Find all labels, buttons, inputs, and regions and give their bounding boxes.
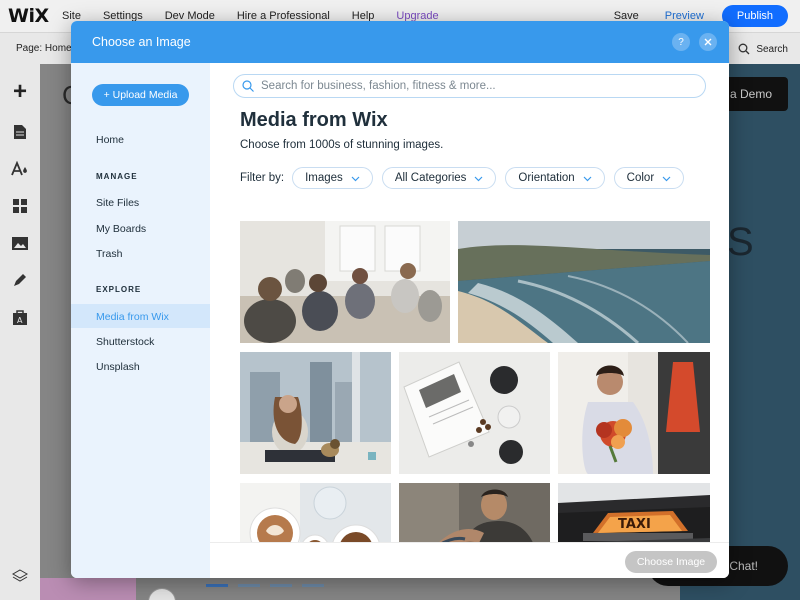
image-grid: TAXI bbox=[240, 221, 710, 561]
nav-site-files[interactable]: Site Files bbox=[96, 197, 139, 209]
section-subheading: Choose from 1000s of stunning images. bbox=[240, 139, 444, 151]
publish-button[interactable]: Publish bbox=[721, 5, 788, 27]
chevron-down-icon bbox=[583, 176, 592, 181]
market-icon[interactable]: A bbox=[10, 307, 30, 327]
wix-logo: WiX bbox=[8, 5, 49, 27]
canvas-footer-strip bbox=[40, 578, 136, 600]
image-tile-beach-aerial[interactable] bbox=[458, 221, 710, 343]
nav-home[interactable]: Home bbox=[96, 134, 124, 146]
nav-media-from-wix[interactable]: Media from Wix bbox=[96, 311, 169, 323]
svg-text:A: A bbox=[17, 316, 23, 325]
filter-orientation[interactable]: Orientation bbox=[505, 167, 605, 189]
chevron-down-icon bbox=[351, 176, 360, 181]
question-icon[interactable]: ? bbox=[672, 33, 690, 51]
filter-orientation-label: Orientation bbox=[518, 172, 575, 184]
dialog-main: Search for business, fashion, fitness & … bbox=[210, 63, 729, 578]
layers-icon[interactable] bbox=[10, 568, 30, 588]
editor-left-rail: + A bbox=[0, 64, 40, 600]
section-manage: MANAGE bbox=[96, 172, 138, 181]
filter-label: Filter by: bbox=[240, 172, 285, 184]
canvas-slider-tabs bbox=[206, 584, 324, 587]
filter-images[interactable]: Images bbox=[292, 167, 373, 189]
image-tile-yoga-class[interactable] bbox=[240, 221, 450, 343]
chevron-down-icon bbox=[662, 176, 671, 181]
chevron-down-icon bbox=[474, 176, 483, 181]
image-tile-woman-window[interactable] bbox=[240, 352, 391, 474]
close-icon[interactable] bbox=[699, 33, 717, 51]
dialog-footer: Choose Image bbox=[210, 542, 729, 578]
media-icon[interactable] bbox=[10, 233, 30, 253]
filter-color-label: Color bbox=[626, 172, 655, 184]
section-explore: EXPLORE bbox=[96, 285, 142, 294]
svg-text:TAXI: TAXI bbox=[618, 517, 651, 532]
image-tile-bride-flowers[interactable] bbox=[558, 352, 710, 474]
search-label: Search bbox=[756, 43, 788, 55]
choose-image-button[interactable]: Choose Image bbox=[625, 551, 717, 573]
filter-images-label: Images bbox=[305, 172, 343, 184]
nav-unsplash[interactable]: Unsplash bbox=[96, 361, 140, 373]
nav-trash[interactable]: Trash bbox=[96, 248, 122, 260]
editor-search[interactable]: Search bbox=[738, 33, 788, 65]
nav-shutterstock[interactable]: Shutterstock bbox=[96, 336, 154, 348]
search-icon bbox=[242, 80, 254, 92]
filter-all-categories[interactable]: All Categories bbox=[381, 167, 497, 189]
apps-icon[interactable] bbox=[10, 196, 30, 216]
filter-categories-label: All Categories bbox=[394, 172, 467, 184]
dialog-sidebar: + Upload Media Home MANAGE Site Files My… bbox=[71, 63, 210, 578]
upload-media-button[interactable]: + Upload Media bbox=[92, 84, 189, 106]
media-search-input[interactable]: Search for business, fashion, fitness & … bbox=[233, 74, 706, 98]
dialog-header: Choose an Image ? bbox=[71, 21, 729, 63]
pen-icon[interactable] bbox=[10, 270, 30, 290]
choose-image-dialog: Choose an Image ? + Upload Media Home MA… bbox=[71, 21, 729, 578]
canvas-big-letter: S bbox=[727, 220, 754, 264]
nav-my-boards[interactable]: My Boards bbox=[96, 223, 146, 235]
filter-row: Filter by: Images All Categories Orienta… bbox=[240, 167, 693, 189]
filter-color[interactable]: Color bbox=[613, 167, 685, 189]
section-heading: Media from Wix bbox=[240, 109, 388, 131]
search-placeholder: Search for business, fashion, fitness & … bbox=[261, 80, 496, 92]
dialog-title: Choose an Image bbox=[92, 35, 191, 49]
add-icon[interactable]: + bbox=[10, 78, 30, 105]
pages-icon[interactable] bbox=[10, 122, 30, 142]
search-icon bbox=[738, 43, 750, 55]
image-tile-book-coffee[interactable] bbox=[399, 352, 550, 474]
page-selector[interactable]: Page: Home bbox=[16, 43, 72, 54]
design-icon[interactable] bbox=[10, 159, 30, 179]
